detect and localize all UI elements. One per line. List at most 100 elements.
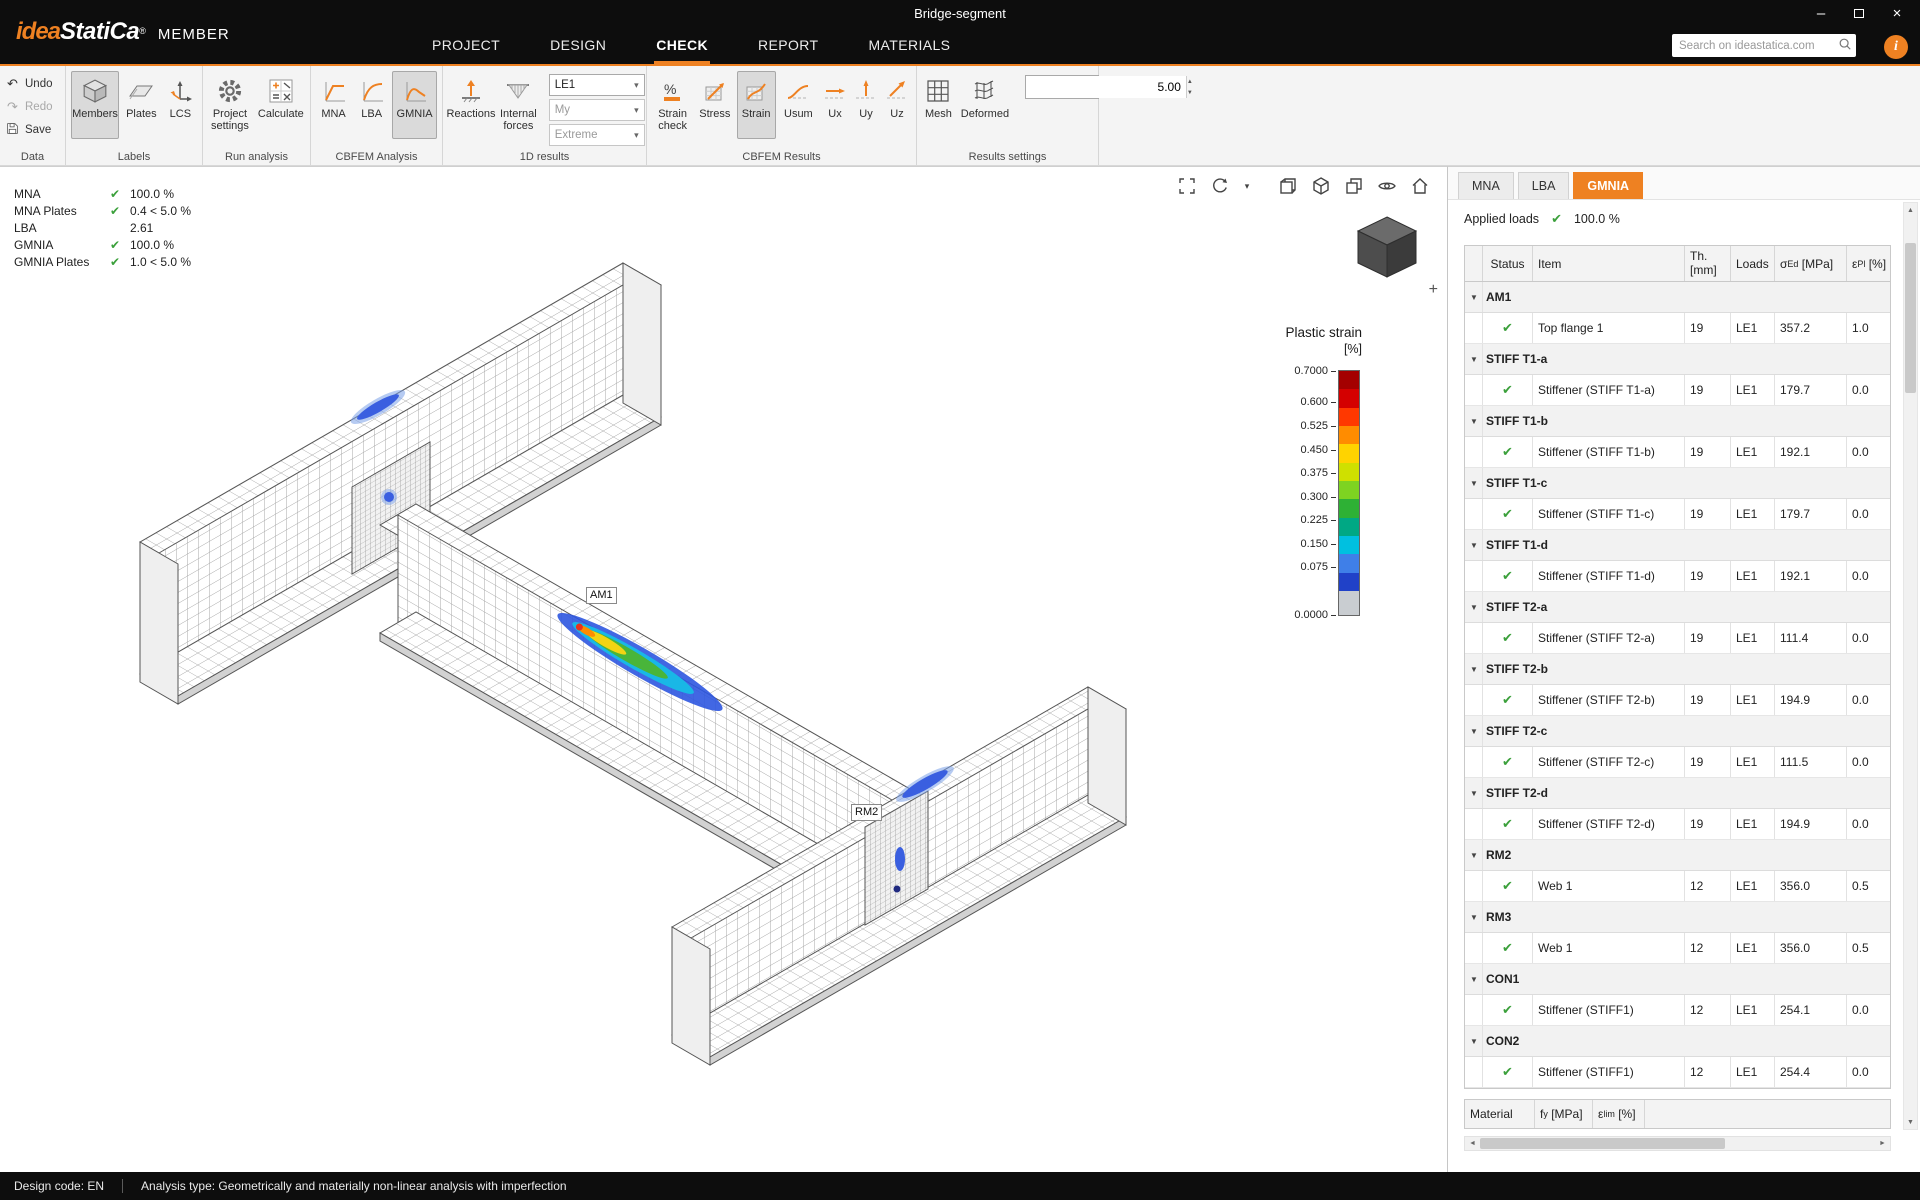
mesh-button[interactable]: Mesh [922, 71, 955, 139]
reactions-button[interactable]: Reactions [448, 71, 494, 139]
info-button[interactable]: i [1884, 35, 1908, 59]
menu-design[interactable]: DESIGN [548, 28, 608, 64]
group-header-row[interactable]: ▼STIFF T2-d [1465, 778, 1890, 809]
members-button[interactable]: Members [71, 71, 119, 139]
gmnia-button[interactable]: GMNIA [392, 71, 437, 139]
collapse-icon[interactable]: ▼ [1470, 479, 1478, 488]
save-button[interactable]: Save [5, 120, 53, 139]
group-header-row[interactable]: ▼STIFF T1-b [1465, 406, 1890, 437]
stress-button[interactable]: Stress [696, 71, 733, 139]
view-front-icon[interactable] [1277, 175, 1299, 197]
scroll-up-icon[interactable]: ▲ [1904, 203, 1917, 217]
tab-mna[interactable]: MNA [1458, 172, 1514, 199]
visibility-eye-icon[interactable] [1376, 175, 1398, 197]
close-button[interactable]: × [1878, 0, 1916, 26]
menu-materials[interactable]: MATERIALS [867, 28, 953, 64]
result-row[interactable]: ✔Stiffener (STIFF T2-a)19LE1111.40.0 [1465, 623, 1890, 654]
collapse-icon[interactable]: ▼ [1470, 665, 1478, 674]
tab-gmnia[interactable]: GMNIA [1573, 172, 1643, 199]
lba-button[interactable]: LBA [354, 71, 389, 139]
group-header-row[interactable]: ▼CON2 [1465, 1026, 1890, 1057]
minimize-button[interactable]: – [1802, 0, 1840, 26]
result-row[interactable]: ✔Stiffener (STIFF1)12LE1254.10.0 [1465, 995, 1890, 1026]
result-row[interactable]: ✔Stiffener (STIFF T1-a)19LE1179.70.0 [1465, 375, 1890, 406]
navigation-cube[interactable]: + [1348, 211, 1434, 297]
menu-report[interactable]: REPORT [756, 28, 821, 64]
group-header-row[interactable]: ▼STIFF T2-b [1465, 654, 1890, 685]
result-row[interactable]: ✔Stiffener (STIFF T1-b)19LE1192.10.0 [1465, 437, 1890, 468]
horizontal-scrollbar[interactable]: ◄ ► [1464, 1136, 1891, 1151]
component-combo[interactable]: My▾ [549, 99, 645, 121]
view-isometric-icon[interactable] [1310, 175, 1332, 197]
group-header-row[interactable]: ▼STIFF T1-a [1465, 344, 1890, 375]
model-label-rm2[interactable]: RM2 [851, 804, 882, 821]
group-header-row[interactable]: ▼AM1 [1465, 282, 1890, 313]
maximize-button[interactable] [1840, 0, 1878, 26]
scroll-right-icon[interactable]: ► [1875, 1137, 1890, 1150]
tab-lba[interactable]: LBA [1518, 172, 1570, 199]
mna-button[interactable]: MNA [316, 71, 351, 139]
collapse-icon[interactable]: ▼ [1470, 355, 1478, 364]
layers-icon[interactable] [1343, 175, 1365, 197]
result-row[interactable]: ✔Stiffener (STIFF1)12LE1254.40.0 [1465, 1057, 1890, 1088]
result-row[interactable]: ✔Stiffener (STIFF T1-d)19LE1192.10.0 [1465, 561, 1890, 592]
project-settings-button[interactable]: Project settings [208, 71, 252, 139]
collapse-icon[interactable]: ▼ [1470, 293, 1478, 302]
group-header-row[interactable]: ▼STIFF T2-c [1465, 716, 1890, 747]
collapse-icon[interactable]: ▼ [1470, 851, 1478, 860]
model-label-am1[interactable]: AM1 [586, 587, 617, 604]
extreme-combo[interactable]: Extreme▾ [549, 124, 645, 146]
strain-check-button[interactable]: % Strain check [652, 71, 693, 139]
deformed-button[interactable]: Deformed [958, 71, 1012, 139]
result-row[interactable]: ✔Stiffener (STIFF T2-c)19LE1111.50.0 [1465, 747, 1890, 778]
menu-project[interactable]: PROJECT [430, 28, 502, 64]
group-header-row[interactable]: ▼RM2 [1465, 840, 1890, 871]
group-header-row[interactable]: ▼RM3 [1465, 902, 1890, 933]
collapse-icon[interactable]: ▼ [1470, 417, 1478, 426]
home-view-icon[interactable] [1409, 175, 1431, 197]
usum-button[interactable]: Usum [779, 71, 818, 139]
collapse-icon[interactable]: ▼ [1470, 603, 1478, 612]
plates-button[interactable]: Plates [122, 71, 161, 139]
fit-view-icon[interactable] [1176, 175, 1198, 197]
result-row[interactable]: ✔Web 112LE1356.00.5 [1465, 933, 1890, 964]
result-row[interactable]: ✔Stiffener (STIFF T1-c)19LE1179.70.0 [1465, 499, 1890, 530]
group-header-row[interactable]: ▼STIFF T2-a [1465, 592, 1890, 623]
result-row[interactable]: ✔Top flange 119LE1357.21.0 [1465, 313, 1890, 344]
collapse-icon[interactable]: ▼ [1470, 541, 1478, 550]
applied-loads-label: Applied loads [1464, 212, 1539, 226]
search-icon[interactable] [1838, 37, 1852, 54]
search-input[interactable] [1679, 40, 1838, 52]
scroll-down-icon[interactable]: ▼ [1904, 1115, 1917, 1129]
undo-button[interactable]: ↶Undo [5, 74, 53, 93]
internal-forces-button[interactable]: Internal forces [497, 71, 540, 139]
result-row[interactable]: ✔Stiffener (STIFF T2-b)19LE1194.90.0 [1465, 685, 1890, 716]
strain-button[interactable]: Strain [737, 71, 776, 139]
collapse-icon[interactable]: ▼ [1470, 727, 1478, 736]
redo-button[interactable]: ↷Redo [5, 97, 53, 116]
zoom-plus-icon[interactable]: + [1429, 281, 1438, 299]
group-header-row[interactable]: ▼STIFF T1-d [1465, 530, 1890, 561]
collapse-icon[interactable]: ▼ [1470, 1037, 1478, 1046]
v-scroll-thumb[interactable] [1905, 243, 1916, 393]
model-3d-view[interactable] [0, 167, 1447, 1173]
group-header-row[interactable]: ▼STIFF T1-c [1465, 468, 1890, 499]
collapse-icon[interactable]: ▼ [1470, 789, 1478, 798]
load-case-combo[interactable]: LE1▾ [549, 74, 645, 96]
h-scroll-thumb[interactable] [1480, 1138, 1725, 1149]
collapse-icon[interactable]: ▼ [1470, 913, 1478, 922]
chevron-down-icon[interactable]: ▾ [1242, 181, 1252, 192]
menu-check[interactable]: CHECK [654, 28, 710, 64]
uy-button[interactable]: Uy [852, 71, 880, 139]
uz-button[interactable]: Uz [883, 71, 911, 139]
lcs-button[interactable]: LCS [164, 71, 197, 139]
orbit-view-icon[interactable] [1209, 175, 1231, 197]
group-header-row[interactable]: ▼CON1 [1465, 964, 1890, 995]
ux-button[interactable]: Ux [821, 71, 849, 139]
calculate-button[interactable]: Calculate [255, 71, 307, 139]
result-row[interactable]: ✔Stiffener (STIFF T2-d)19LE1194.90.0 [1465, 809, 1890, 840]
collapse-icon[interactable]: ▼ [1470, 975, 1478, 984]
vertical-scrollbar[interactable]: ▲ ▼ [1903, 202, 1918, 1130]
scroll-left-icon[interactable]: ◄ [1465, 1137, 1480, 1150]
result-row[interactable]: ✔Web 112LE1356.00.5 [1465, 871, 1890, 902]
